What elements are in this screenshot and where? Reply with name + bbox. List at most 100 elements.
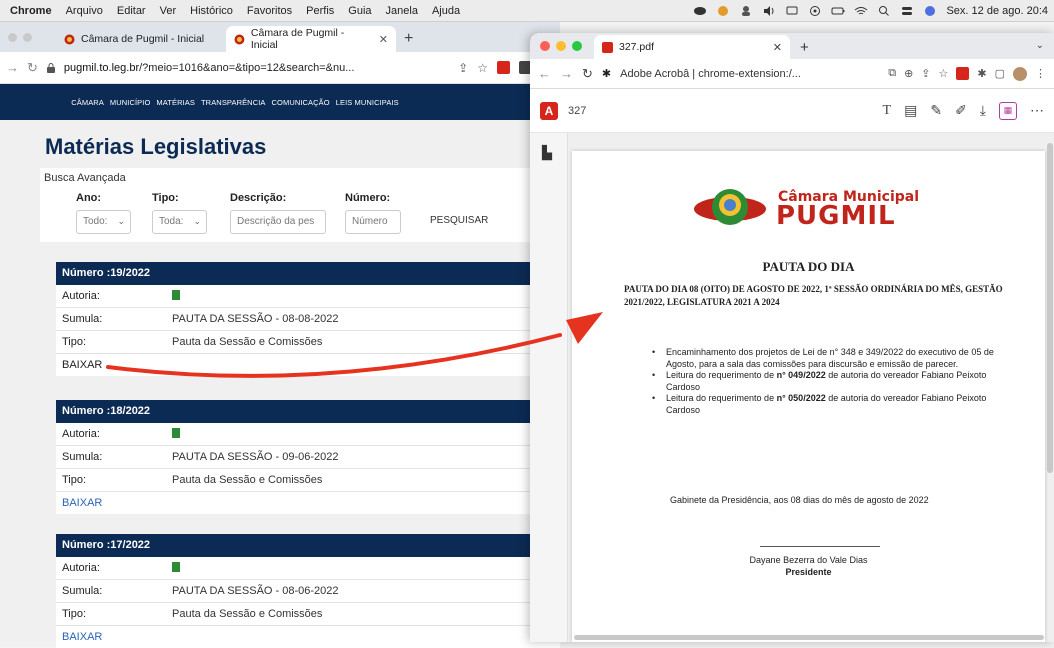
- window-controls[interactable]: [540, 41, 582, 51]
- autoria-label: Autoria:: [62, 562, 100, 574]
- sidepanel-icon[interactable]: ▢: [995, 67, 1005, 80]
- tab-camara-2[interactable]: Câmara de Pugmil - Inicial ✕: [226, 26, 396, 52]
- close-tab-icon[interactable]: ✕: [379, 33, 388, 46]
- tipo-select-value: Toda:: [159, 216, 184, 227]
- zoom-window-button[interactable]: [572, 41, 582, 51]
- numero-input[interactable]: Número: [345, 210, 401, 234]
- minimize-window-button[interactable]: [556, 41, 566, 51]
- wifi-icon[interactable]: [854, 5, 868, 17]
- menu-historico[interactable]: Histórico: [183, 5, 240, 17]
- menu-arquivo[interactable]: Arquivo: [59, 5, 110, 17]
- reload-icon[interactable]: ↻: [582, 66, 593, 82]
- bookmark-star-icon[interactable]: ☆: [939, 67, 949, 80]
- profile-avatar-icon[interactable]: [1013, 66, 1027, 81]
- menu-app-chrome[interactable]: Chrome: [0, 5, 59, 17]
- zoom-icon[interactable]: ⊕: [904, 67, 913, 80]
- siri-icon[interactable]: [923, 5, 937, 17]
- sumula-value: PAUTA DA SESSÃO - 08-06-2022: [172, 585, 339, 597]
- menu-editar[interactable]: Editar: [110, 5, 153, 17]
- extensions-puzzle-icon[interactable]: ✱: [977, 67, 986, 80]
- tab-pdf[interactable]: 327.pdf ✕: [594, 35, 790, 59]
- nav-camara[interactable]: CÂMARA: [71, 98, 104, 107]
- close-window-button[interactable]: [540, 41, 550, 51]
- acrobat-extension-icon[interactable]: [497, 61, 510, 74]
- baixar-link[interactable]: BAIXAR: [56, 354, 560, 376]
- nav-comunicacao[interactable]: COMUNICAÇÃO: [272, 98, 330, 107]
- bookmark-star-icon[interactable]: ☆: [477, 61, 488, 75]
- menu-ver[interactable]: Ver: [153, 5, 184, 17]
- back-icon[interactable]: ←: [538, 66, 551, 81]
- menu-guia[interactable]: Guia: [341, 5, 378, 17]
- chevron-down-icon: ⌄: [193, 216, 201, 226]
- creative-cloud-icon[interactable]: [693, 5, 707, 17]
- more-tools-grid-icon[interactable]: ▦: [999, 101, 1017, 120]
- tipo-row-label: Tipo:: [62, 474, 87, 486]
- share-icon[interactable]: ⇪: [458, 61, 468, 75]
- tipo-row: Tipo: Pauta da Sessão e Comissões: [56, 603, 560, 626]
- pesquisar-button[interactable]: PESQUISAR: [430, 215, 488, 226]
- timer-icon[interactable]: [808, 5, 822, 17]
- forward-icon[interactable]: →: [6, 60, 19, 75]
- reload-icon[interactable]: ↻: [27, 60, 38, 76]
- nav-leis-municipais[interactable]: LEIS MUNICIPAIS: [336, 98, 399, 107]
- new-tab-button[interactable]: +: [790, 39, 819, 59]
- horizontal-scrollbar[interactable]: [574, 635, 1044, 640]
- url-path: /?meio=1016&ano=&tipo=12&search=&nu...: [139, 61, 355, 74]
- download-icon[interactable]: ⤓: [980, 102, 986, 119]
- acrobat-extension-icon[interactable]: [956, 67, 970, 80]
- window-controls-inactive[interactable]: [8, 33, 32, 42]
- baixar-link[interactable]: BAIXAR: [56, 626, 560, 648]
- draw-pen-icon[interactable]: ✐: [955, 102, 967, 119]
- battery-icon[interactable]: [831, 5, 845, 17]
- menu-perfis[interactable]: Perfis: [299, 5, 341, 17]
- tipo-select[interactable]: Toda: ⌄: [152, 210, 207, 234]
- close-tab-icon[interactable]: ✕: [773, 41, 782, 54]
- address-bar[interactable]: Adobe Acrobâ | chrome-extension:/...: [620, 68, 801, 80]
- camara-favicon-icon: [64, 34, 75, 44]
- vertical-scrollbar[interactable]: [1047, 143, 1053, 473]
- more-options-icon[interactable]: ⋯: [1030, 102, 1044, 119]
- tab-label: Câmara de Pugmil - Inicial: [81, 33, 205, 45]
- tab-camara-1[interactable]: Câmara de Pugmil - Inicial: [56, 26, 226, 52]
- spotlight-search-icon[interactable]: [877, 5, 891, 17]
- address-bar[interactable]: pugmil.to.leg.br/?meio=1016&ano=&tipo=12…: [64, 62, 355, 74]
- menu-clock[interactable]: Sex. 12 de ago. 20:4: [946, 5, 1048, 17]
- app-tray-icon[interactable]: [716, 5, 730, 17]
- highlight-icon[interactable]: ✎: [930, 102, 942, 119]
- tab-search-chevron-icon[interactable]: ⌄: [1036, 40, 1044, 51]
- right-pdf-window: 327.pdf ✕ + ⌄ ← → ↻ ✱ Adobe Acrobâ | chr…: [530, 33, 1054, 642]
- autoria-status-marker: [172, 562, 180, 572]
- baixar-link[interactable]: BAIXAR: [56, 492, 560, 514]
- pdf-page: Câmara Municipal PUGMIL PAUTA DO DIA PAU…: [572, 151, 1045, 642]
- user-tray-icon[interactable]: [739, 5, 753, 17]
- lock-icon[interactable]: [46, 62, 56, 73]
- control-center-icon[interactable]: [900, 5, 914, 17]
- menu-janela[interactable]: Janela: [379, 5, 425, 17]
- forward-icon[interactable]: →: [560, 66, 573, 81]
- menu-favoritos[interactable]: Favoritos: [240, 5, 299, 17]
- tipo-value: Pauta da Sessão e Comissões: [172, 608, 323, 620]
- add-text-icon[interactable]: T: [883, 103, 892, 119]
- translate-icon[interactable]: ⧉: [888, 67, 896, 80]
- materia-card-17: Número :17/2022 Autoria: Sumula: PAUTA DA…: [56, 534, 560, 648]
- share-icon[interactable]: ⇪: [921, 67, 930, 80]
- page-thumbnails-icon[interactable]: ▙: [542, 145, 552, 161]
- left-toolbar: → ↻ pugmil.to.leg.br/?meio=1016&ano=&tip…: [0, 52, 560, 84]
- pauta-item: Leitura do requerimento de n° 049/2022 d…: [650, 370, 1010, 393]
- nav-municipio[interactable]: MUNICÍPIO: [110, 98, 150, 107]
- ano-select[interactable]: Todo: ⌄: [76, 210, 131, 234]
- nav-materias[interactable]: MATÉRIAS: [156, 98, 195, 107]
- descricao-input[interactable]: Descrição da pes: [230, 210, 326, 234]
- menu-ajuda[interactable]: Ajuda: [425, 5, 467, 17]
- tipo-row: Tipo: Pauta da Sessão e Comissões: [56, 469, 560, 492]
- extension-puzzle-icon: ✱: [601, 68, 612, 80]
- comment-icon[interactable]: ▤: [904, 102, 917, 119]
- kebab-menu-icon[interactable]: ⋮: [1035, 67, 1046, 80]
- volume-icon[interactable]: [762, 5, 776, 17]
- screen-mirror-icon[interactable]: [785, 5, 799, 17]
- pauta-title: PAUTA DO DIA: [762, 259, 855, 274]
- tipo-row-label: Tipo:: [62, 608, 87, 620]
- new-tab-button[interactable]: +: [396, 30, 421, 52]
- numero-placeholder: Número: [352, 216, 388, 227]
- nav-transparencia[interactable]: TRANSPARÊNCIA: [201, 98, 266, 107]
